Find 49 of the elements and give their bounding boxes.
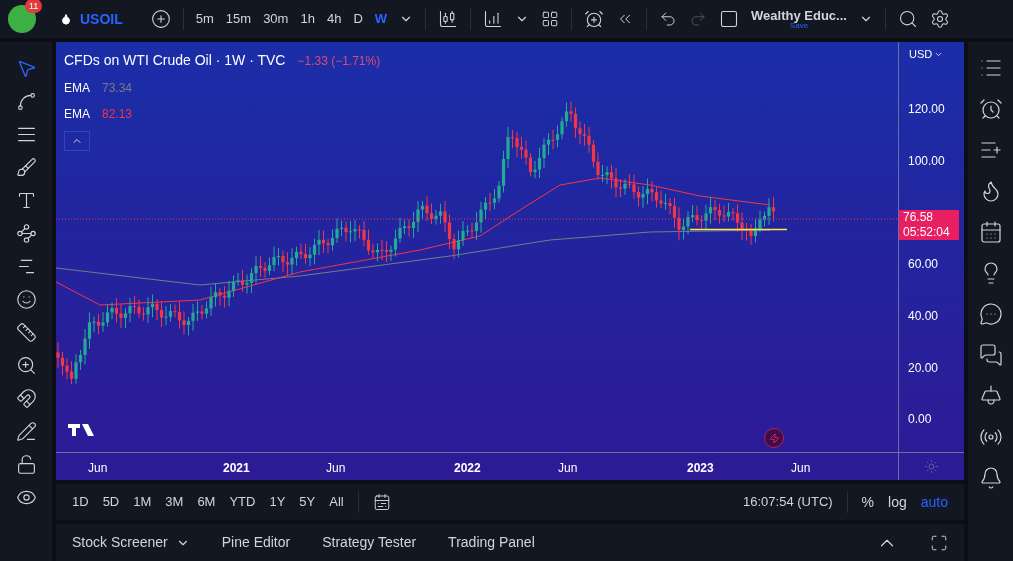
scale-toggle[interactable]: % (861, 491, 875, 513)
range-button[interactable]: 1M (133, 492, 152, 512)
symbol-button[interactable]: USOIL (60, 8, 123, 30)
interval-button[interactable]: 30m (263, 9, 289, 29)
indicator-name[interactable]: EMA (64, 79, 90, 97)
indicator-value: 73.34 (102, 80, 133, 97)
interval-button[interactable]: W (374, 9, 388, 29)
range-button[interactable]: 1D (72, 492, 89, 512)
range-button[interactable]: 3M (165, 492, 184, 512)
range-button[interactable]: All (329, 492, 344, 512)
time-label: Jun (791, 460, 811, 477)
time-label: 2023 (687, 460, 714, 477)
interval-button[interactable]: 5m (195, 9, 214, 29)
last-price: 76.58 (903, 210, 935, 225)
chart-title: CFDs on WTI Crude Oil · 1W · TVC (64, 51, 286, 70)
range-button[interactable]: YTD (229, 492, 256, 512)
time-label: 2021 (223, 460, 250, 477)
range-button[interactable]: 5Y (299, 492, 316, 512)
panel-tab[interactable]: Strategy Tester (322, 532, 417, 553)
time-label: 2022 (454, 460, 481, 477)
scale-toggle[interactable]: log (888, 491, 907, 513)
panel-tab[interactable]: Trading Panel (448, 532, 535, 553)
indicator-value: 82.13 (102, 106, 133, 123)
bar-countdown: 05:52:04 (903, 225, 951, 240)
range-button[interactable]: 5D (102, 492, 120, 512)
indicator-name[interactable]: EMA (64, 105, 90, 123)
panel-tab[interactable]: Pine Editor (221, 532, 291, 553)
range-button[interactable]: 6M (197, 492, 216, 512)
price-tick: 120.00 (908, 101, 945, 118)
price-tick: 40.00 (908, 308, 939, 325)
panel-tab[interactable]: Stock Screener (72, 532, 190, 553)
scale-toggle[interactable]: auto (920, 491, 948, 513)
notification-badge: 11 (25, 0, 43, 13)
interval-button[interactable]: 1h (300, 9, 315, 29)
range-button[interactable]: 1Y (269, 492, 286, 512)
time-label: Jun (88, 460, 108, 477)
clock-text[interactable]: 16:07:54 (UTC) (743, 492, 833, 512)
price-tick: 20.00 (908, 360, 939, 377)
price-tick: 0.00 (908, 411, 932, 428)
interval-button[interactable]: 15m (225, 9, 252, 29)
price-tick: 60.00 (908, 256, 939, 273)
interval-button[interactable]: D (353, 9, 363, 29)
currency-selector[interactable]: USD (909, 46, 944, 63)
layout-name[interactable]: Wealthy Educ... (751, 8, 847, 22)
price-change: −1.33 (−1.71%) (297, 53, 381, 70)
time-label: Jun (326, 460, 346, 477)
price-tick: 100.00 (908, 153, 945, 170)
interval-button[interactable]: 4h (326, 9, 342, 29)
time-label: Jun (558, 460, 578, 477)
